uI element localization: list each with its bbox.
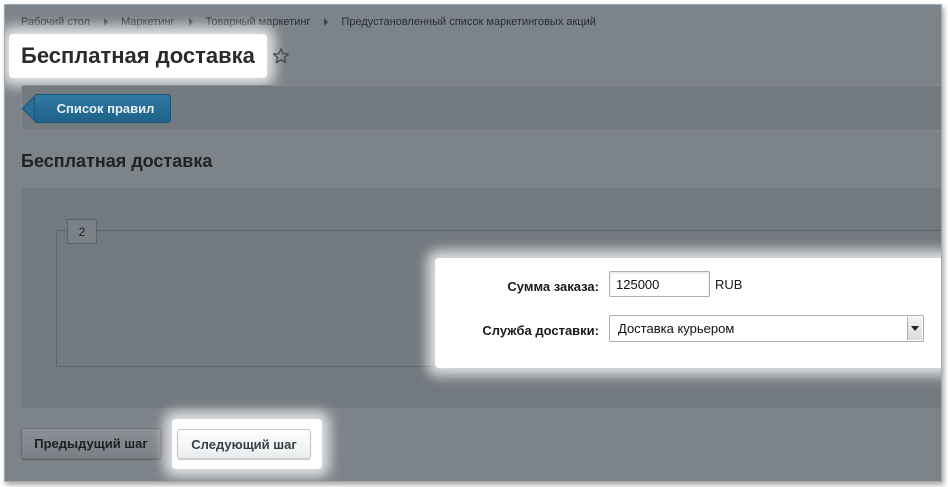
delivery-service-select[interactable]: Доставка курьером <box>609 315 924 342</box>
breadcrumb-item-product-marketing[interactable]: Товарный маркетинг <box>206 16 311 28</box>
previous-step-button[interactable]: Предыдущий шаг <box>21 428 161 459</box>
breadcrumb-arrow-icon <box>188 18 193 26</box>
breadcrumb-item-marketing[interactable]: Маркетинг <box>121 16 174 28</box>
delivery-service-label: Служба доставки: <box>482 323 599 338</box>
rule-list-button[interactable]: Список правил <box>34 94 171 123</box>
breadcrumb-item-preset-list[interactable]: Предустановленный список маркетинговых а… <box>341 16 595 28</box>
breadcrumb: Рабочий стол Маркетинг Товарный маркетин… <box>21 15 596 29</box>
next-step-button[interactable]: Следующий шаг <box>177 429 311 459</box>
toolbar-inner: Список правил <box>22 86 941 130</box>
breadcrumb-arrow-icon <box>324 18 329 26</box>
page-title: Бесплатная доставка <box>21 43 255 68</box>
star-icon[interactable] <box>272 47 290 65</box>
order-sum-label: Сумма заказа: <box>507 279 599 294</box>
next-step-highlight: Следующий шаг <box>172 419 322 469</box>
form-fields-highlight: Сумма заказа: 125000 RUB Служба доставки… <box>435 258 941 368</box>
toolbar: Список правил <box>21 85 941 131</box>
section-title: Бесплатная доставка <box>21 151 213 171</box>
page-title-highlight: Бесплатная доставка <box>9 34 267 78</box>
admin-window: Рабочий стол Маркетинг Товарный маркетин… <box>4 4 942 482</box>
breadcrumb-item-desktop[interactable]: Рабочий стол <box>21 16 90 28</box>
step-number: 2 <box>67 219 97 244</box>
chevron-down-icon[interactable] <box>907 317 922 340</box>
order-sum-input[interactable]: 125000 <box>609 271 710 297</box>
currency-label: RUB <box>715 277 743 292</box>
breadcrumb-arrow-icon <box>104 18 109 26</box>
delivery-service-value: Доставка курьером <box>618 321 735 336</box>
